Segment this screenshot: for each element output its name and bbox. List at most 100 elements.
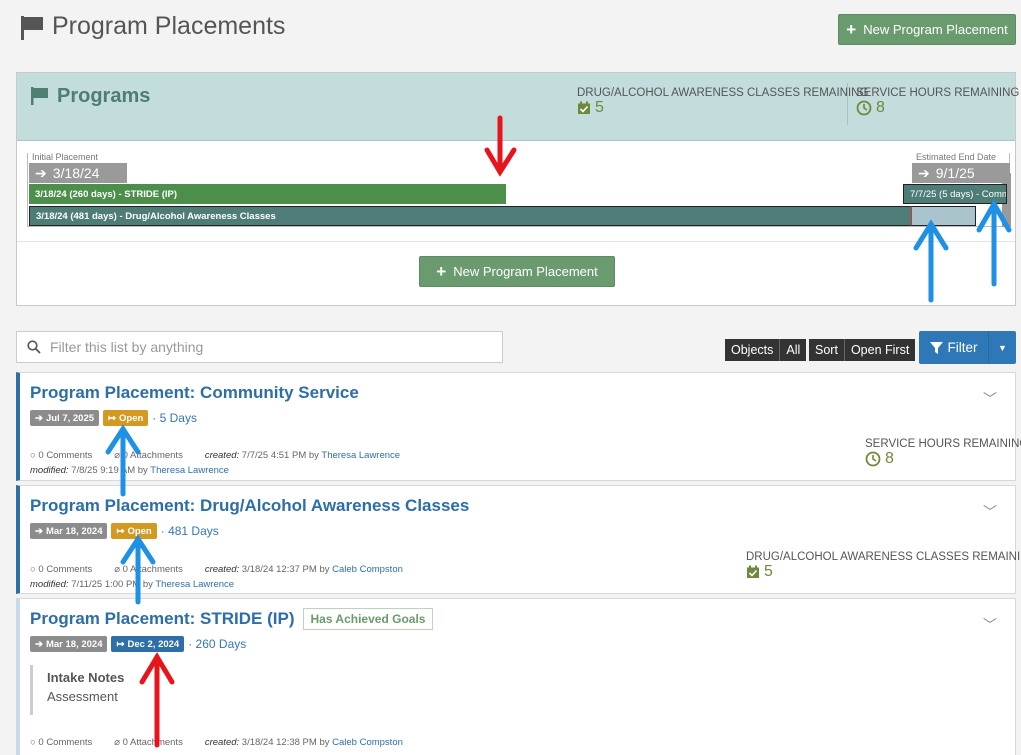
new-program-placement-button[interactable]: + New Program Placement [838, 14, 1016, 45]
initial-date: 3/18/24 [52, 165, 100, 181]
paperclip-icon: ⌀ [114, 450, 120, 461]
duration-days: · 481 Days [160, 524, 219, 538]
card-title[interactable]: Program Placement: Community Service [30, 383, 359, 403]
sign-out-icon: ➔ [918, 164, 930, 181]
placement-card-community-service: Program Placement: Community Service ﹀ ➔… [16, 372, 1021, 481]
objects-label: Objects [731, 343, 774, 357]
paperclip-icon: ⌀ [114, 737, 120, 748]
comment-icon: ○ [30, 450, 36, 461]
status-badge: ↦ Open [111, 523, 157, 539]
timeline-bar-drug-alcohol[interactable]: 3/18/24 (481 days) - Drug/Alcohol Awaren… [29, 206, 976, 226]
timeline-bar-community-service[interactable]: 7/7/25 (5 days) - Community Service [903, 184, 1007, 204]
drug-classes-remaining-value: 5 [595, 99, 604, 116]
divider [17, 241, 1015, 242]
initial-placement-label: Initial Placement [32, 152, 99, 162]
caret-down-icon: ▼ [998, 342, 1007, 353]
created-by-link[interactable]: Caleb Compston [332, 737, 403, 748]
service-hours-remaining: SERVICE HOURS REMAINING 8 [856, 87, 1019, 117]
estimated-end-label: Estimated End Date [916, 152, 997, 162]
divider [847, 83, 848, 125]
end-date-badge: ↦ Dec 2, 2024 [111, 636, 185, 652]
programs-panel-header: Programs DRUG/ALCOHOL AWARENESS CLASSES … [17, 73, 1019, 141]
modified-info: modified: 7/8/25 9:19 AM by Theresa Lawr… [30, 465, 229, 476]
sign-in-icon: ➔ [35, 164, 47, 181]
modified-by-link[interactable]: Theresa Lawrence [150, 465, 229, 476]
created-by-link[interactable]: Caleb Compston [332, 564, 403, 575]
intake-notes-body: Assessment [47, 689, 118, 704]
attachments-count[interactable]: ⌀ 0 Attachments [114, 450, 183, 461]
created-info: created: 3/18/24 12:37 PM by Caleb Comps… [204, 564, 403, 575]
new-program-placement-button-secondary[interactable]: + New Program Placement [419, 256, 615, 287]
start-date-badge: ➔ Jul 7, 2025 [30, 410, 100, 426]
start-date-badge: ➔ Mar 18, 2024 [30, 636, 108, 652]
placement-card-drug-alcohol: Program Placement: Drug/Alcohol Awarenes… [16, 485, 1021, 594]
flag-icon [31, 87, 48, 105]
chevron-down-icon[interactable]: ﹀ [983, 615, 997, 635]
filter-dropdown-toggle[interactable]: ▼ [989, 331, 1016, 364]
sign-in-icon: ➔ [35, 412, 43, 424]
timeline: Initial Placement ➔ 3/18/24 Estimated En… [27, 152, 1011, 227]
filter-icon [929, 341, 943, 354]
calendar-check-icon [747, 565, 759, 578]
card-title[interactable]: Program Placement: STRIDE (IP) [30, 609, 295, 629]
placement-card-stride: Program Placement: STRIDE (IP) Has Achie… [16, 598, 1016, 755]
comments-count[interactable]: ○ 0 Comments [30, 737, 92, 748]
card-title[interactable]: Program Placement: Drug/Alcohol Awarenes… [30, 496, 469, 516]
initial-date-box: ➔ 3/18/24 [29, 163, 127, 183]
chevron-down-icon[interactable]: ﹀ [983, 502, 997, 522]
card-remaining: DRUG/ALCOHOL AWARENESS CLASSES REMAINING… [746, 551, 1021, 580]
modified-by-link[interactable]: Theresa Lawrence [155, 579, 234, 590]
sign-out-icon: ↦ [108, 412, 116, 424]
duration-days: · 5 Days [152, 411, 197, 425]
attachments-count[interactable]: ⌀ 0 Attachments [114, 564, 183, 575]
created-info: created: 3/18/24 12:38 PM by Caleb Comps… [204, 737, 403, 748]
filter-button[interactable]: Filter ▼ [919, 331, 1016, 364]
filter-search [16, 331, 503, 363]
created-by-link[interactable]: Theresa Lawrence [321, 450, 400, 461]
modified-info: modified: 7/11/25 1:00 PM by Theresa Law… [30, 579, 235, 590]
filter-label: Filter [947, 340, 978, 355]
search-icon [27, 340, 41, 354]
page-title: Program Placements [52, 12, 286, 40]
attachments-count[interactable]: ⌀ 0 Attachments [114, 737, 183, 748]
sign-in-icon: ➔ [35, 525, 43, 537]
objects-value: All [779, 339, 806, 361]
timeline-bar-overflow [911, 206, 976, 226]
created-info: created: 7/7/25 4:51 PM by Theresa Lawre… [204, 450, 401, 461]
calendar-check-icon [578, 101, 590, 114]
duration-days: · 260 Days [188, 637, 247, 651]
start-date-badge: ➔ Mar 18, 2024 [30, 523, 108, 539]
sign-out-icon: ↦ [116, 525, 125, 537]
comments-count[interactable]: ○ 0 Comments [30, 450, 92, 461]
programs-panel: Programs DRUG/ALCOHOL AWARENESS CLASSES … [16, 72, 1019, 306]
end-date: 9/1/25 [935, 165, 975, 181]
clock-icon [856, 100, 872, 116]
comments-count[interactable]: ○ 0 Comments [30, 564, 92, 575]
flag-icon [21, 16, 43, 40]
objects-pill[interactable]: Objects All [725, 339, 807, 361]
end-date-box: ➔ 9/1/25 [912, 163, 1010, 183]
sort-pill[interactable]: Sort Open First [809, 339, 916, 361]
intake-notes: Intake Notes Assessment [30, 665, 124, 715]
sign-out-icon: ↦ [116, 638, 125, 650]
intake-notes-title: Intake Notes [47, 670, 125, 685]
comment-icon: ○ [30, 564, 36, 575]
plus-icon: + [846, 20, 857, 39]
service-hours-remaining-value: 8 [876, 99, 885, 116]
plus-icon: + [436, 262, 447, 281]
comment-icon: ○ [30, 737, 36, 748]
paperclip-icon: ⌀ [114, 564, 120, 575]
sort-label: Sort [815, 343, 838, 357]
filter-main[interactable]: Filter [919, 331, 989, 364]
status-badge: ↦ Open [103, 410, 149, 426]
filter-search-input[interactable] [50, 339, 470, 355]
new-program-placement-label: New Program Placement [453, 264, 598, 279]
timeline-bar-stride[interactable]: 3/18/24 (260 days) - STRIDE (IP) [29, 184, 506, 204]
sort-value: Open First [843, 339, 915, 361]
clock-icon [865, 451, 881, 467]
new-program-placement-label: New Program Placement [863, 22, 1008, 37]
sign-in-icon: ➔ [35, 638, 43, 650]
chevron-down-icon[interactable]: ﹀ [983, 389, 997, 409]
service-hours-remaining-label: SERVICE HOURS REMAINING [856, 87, 1020, 99]
card-remaining: SERVICE HOURS REMAINING 8 [865, 438, 1021, 467]
